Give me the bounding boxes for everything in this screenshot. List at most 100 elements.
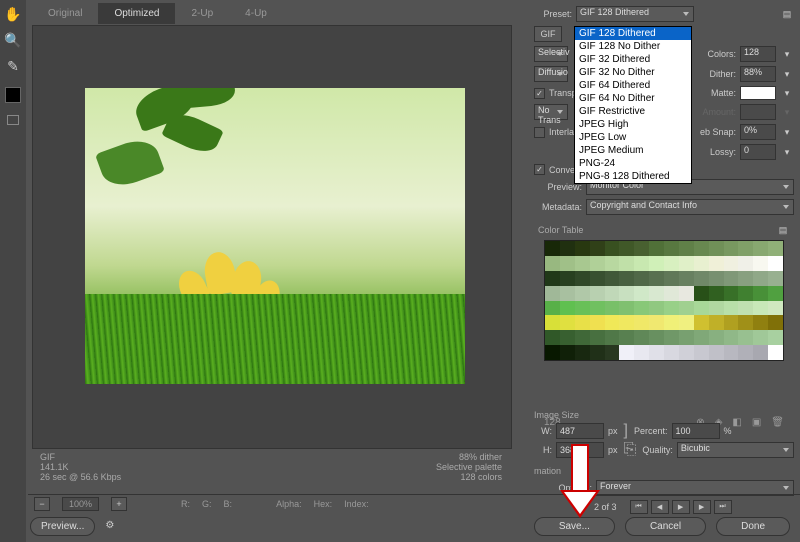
tab-4up[interactable]: 4-Up: [229, 3, 283, 24]
preset-option[interactable]: GIF 128 No Dither: [575, 40, 691, 53]
chevron-down-icon[interactable]: ▾: [780, 69, 794, 80]
color-swatch[interactable]: [694, 271, 709, 286]
color-swatch[interactable]: [634, 271, 649, 286]
preset-option[interactable]: GIF 32 No Dither: [575, 66, 691, 79]
color-swatch[interactable]: [753, 241, 768, 256]
preset-option[interactable]: GIF Restrictive: [575, 105, 691, 118]
color-swatch[interactable]: [768, 241, 783, 256]
color-swatch[interactable]: [724, 286, 739, 301]
color-swatch[interactable]: [560, 271, 575, 286]
height-input[interactable]: [556, 442, 604, 458]
color-swatch[interactable]: [649, 241, 664, 256]
color-swatch[interactable]: [590, 256, 605, 271]
color-swatch[interactable]: [679, 286, 694, 301]
color-swatch[interactable]: [590, 330, 605, 345]
color-swatch[interactable]: [709, 286, 724, 301]
tab-optimized[interactable]: Optimized: [98, 3, 175, 24]
zoom-out-button[interactable]: −: [34, 497, 50, 511]
color-swatch[interactable]: [605, 241, 620, 256]
color-swatch[interactable]: [709, 301, 724, 316]
tab-original[interactable]: Original: [32, 3, 98, 24]
color-table-grid[interactable]: [544, 240, 784, 361]
color-swatch[interactable]: [694, 345, 709, 360]
color-swatch[interactable]: [605, 345, 620, 360]
color-swatch[interactable]: [724, 315, 739, 330]
color-swatch[interactable]: [664, 256, 679, 271]
color-swatch[interactable]: [560, 256, 575, 271]
color-swatch[interactable]: [619, 301, 634, 316]
panel-menu-icon[interactable]: ▤: [776, 225, 790, 236]
color-swatch[interactable]: [753, 286, 768, 301]
color-swatch[interactable]: [724, 256, 739, 271]
color-swatch[interactable]: [768, 301, 783, 316]
color-swatch[interactable]: [605, 256, 620, 271]
color-swatch[interactable]: [575, 286, 590, 301]
color-swatch[interactable]: [560, 315, 575, 330]
color-swatch[interactable]: [709, 256, 724, 271]
metadata-select[interactable]: Copyright and Contact Info: [586, 199, 794, 215]
color-swatch[interactable]: [768, 345, 783, 360]
chevron-down-icon[interactable]: ▾: [780, 49, 794, 60]
foreground-color[interactable]: [5, 87, 21, 103]
palette-type-select[interactable]: Selectiv: [534, 46, 568, 62]
format-badge[interactable]: GIF: [534, 26, 562, 42]
color-swatch[interactable]: [768, 330, 783, 345]
color-swatch[interactable]: [664, 330, 679, 345]
color-swatch[interactable]: [738, 301, 753, 316]
color-swatch[interactable]: [679, 345, 694, 360]
chevron-down-icon[interactable]: ▾: [780, 88, 794, 99]
color-swatch[interactable]: [768, 271, 783, 286]
color-swatch[interactable]: [709, 315, 724, 330]
color-swatch[interactable]: [575, 256, 590, 271]
color-swatch[interactable]: [575, 315, 590, 330]
link-bracket-icon[interactable]: ]: [622, 426, 630, 436]
color-swatch[interactable]: [545, 286, 560, 301]
dither-type-select[interactable]: Diffusio: [534, 66, 568, 82]
color-swatch[interactable]: [634, 315, 649, 330]
color-swatch[interactable]: [605, 286, 620, 301]
chevron-down-icon[interactable]: ▾: [780, 147, 794, 158]
srgb-checkbox[interactable]: [534, 164, 545, 175]
color-swatch[interactable]: [649, 286, 664, 301]
color-swatch[interactable]: [649, 256, 664, 271]
color-swatch[interactable]: [768, 286, 783, 301]
trans-dither-select[interactable]: No Trans: [534, 104, 568, 120]
color-swatch[interactable]: [694, 330, 709, 345]
color-swatch[interactable]: [694, 286, 709, 301]
quality-select[interactable]: Bicubic: [677, 442, 794, 458]
color-swatch[interactable]: [724, 241, 739, 256]
color-swatch[interactable]: [634, 256, 649, 271]
color-swatch[interactable]: [679, 256, 694, 271]
preset-option[interactable]: JPEG High: [575, 118, 691, 131]
toggle-slices-icon[interactable]: [7, 115, 19, 125]
panel-menu-icon[interactable]: ▤: [780, 9, 794, 20]
color-swatch[interactable]: [575, 301, 590, 316]
link-icon[interactable]: ⎘: [622, 445, 639, 455]
color-swatch[interactable]: [724, 330, 739, 345]
tab-2up[interactable]: 2-Up: [175, 3, 229, 24]
color-swatch[interactable]: [694, 315, 709, 330]
color-swatch[interactable]: [738, 345, 753, 360]
chevron-down-icon[interactable]: ▾: [780, 127, 794, 138]
color-swatch[interactable]: [545, 330, 560, 345]
color-swatch[interactable]: [709, 345, 724, 360]
websnap-input[interactable]: 0%: [740, 124, 776, 140]
color-swatch[interactable]: [545, 315, 560, 330]
color-swatch[interactable]: [634, 330, 649, 345]
eyedropper-icon[interactable]: ✎: [4, 57, 22, 75]
color-swatch[interactable]: [634, 345, 649, 360]
browser-icon[interactable]: ⚙: [105, 520, 119, 534]
color-swatch[interactable]: [679, 330, 694, 345]
color-swatch[interactable]: [575, 345, 590, 360]
color-swatch[interactable]: [738, 256, 753, 271]
color-swatch[interactable]: [634, 241, 649, 256]
color-swatch[interactable]: [560, 301, 575, 316]
color-swatch[interactable]: [560, 345, 575, 360]
matte-swatch[interactable]: [740, 86, 776, 100]
color-swatch[interactable]: [545, 271, 560, 286]
color-swatch[interactable]: [575, 330, 590, 345]
color-swatch[interactable]: [634, 301, 649, 316]
color-swatch[interactable]: [649, 330, 664, 345]
preset-option[interactable]: GIF 32 Dithered: [575, 53, 691, 66]
color-swatch[interactable]: [590, 315, 605, 330]
